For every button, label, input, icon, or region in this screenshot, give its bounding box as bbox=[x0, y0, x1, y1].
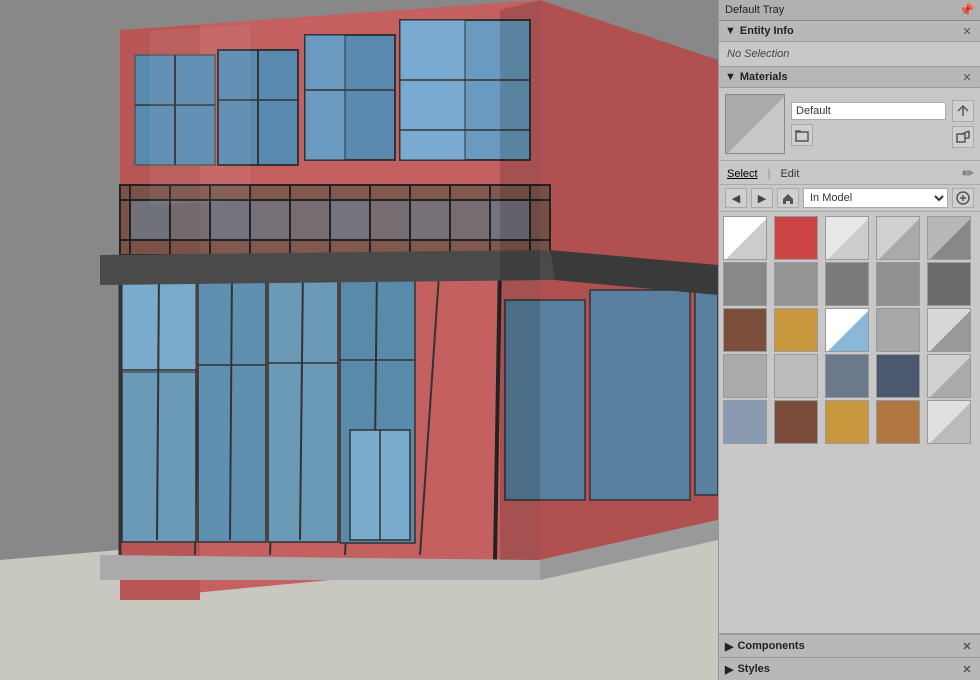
styles-close[interactable]: ✕ bbox=[960, 662, 974, 676]
material-folder-btn[interactable] bbox=[791, 124, 813, 146]
material-preview-area bbox=[719, 88, 980, 161]
swatch-21[interactable] bbox=[723, 400, 767, 444]
components-header[interactable]: ▶ Components ✕ bbox=[719, 635, 980, 657]
entity-info-close[interactable]: ✕ bbox=[960, 24, 974, 38]
materials-header[interactable]: ▼ Materials ✕ bbox=[719, 67, 980, 88]
swatch-9[interactable] bbox=[876, 262, 920, 306]
materials-title: Materials bbox=[740, 71, 788, 83]
swatch-20[interactable] bbox=[927, 354, 971, 398]
swatch-24[interactable] bbox=[876, 400, 920, 444]
swatch-18[interactable] bbox=[825, 354, 869, 398]
styles-title: Styles bbox=[737, 663, 769, 675]
styles-header-left: ▶ Styles bbox=[725, 663, 770, 676]
swatch-15[interactable] bbox=[927, 308, 971, 352]
tab-separator: | bbox=[768, 168, 771, 180]
styles-arrow: ▶ bbox=[725, 663, 733, 676]
swatch-17[interactable] bbox=[774, 354, 818, 398]
swatch-25[interactable] bbox=[927, 400, 971, 444]
materials-arrow: ▼ bbox=[725, 71, 736, 83]
entity-info-header-left: ▼ Entity Info bbox=[725, 25, 794, 37]
swatch-22[interactable] bbox=[774, 400, 818, 444]
swatch-2[interactable]: Brick, Common bbox=[774, 216, 818, 260]
swatch-23[interactable] bbox=[825, 400, 869, 444]
nav-back-btn[interactable]: ◀ bbox=[725, 188, 747, 208]
materials-tabs: Select | Edit ✏ bbox=[719, 161, 980, 185]
entity-info-arrow: ▼ bbox=[725, 25, 736, 37]
eyedropper-icon[interactable]: ✏ bbox=[962, 165, 974, 182]
swatch-13[interactable] bbox=[825, 308, 869, 352]
swatches-grid: Brick, Common bbox=[723, 216, 976, 444]
swatch-10[interactable] bbox=[927, 262, 971, 306]
swatch-6[interactable] bbox=[723, 262, 767, 306]
components-close[interactable]: ✕ bbox=[960, 639, 974, 653]
swatches-area[interactable]: Brick, Common bbox=[719, 212, 980, 633]
in-model-dropdown[interactable]: In Model Colors Brick and Cladding Carpe… bbox=[803, 188, 948, 208]
components-arrow: ▶ bbox=[725, 640, 733, 653]
swatch-14[interactable] bbox=[876, 308, 920, 352]
styles-section: ▶ Styles ✕ bbox=[719, 657, 980, 680]
swatch-8[interactable] bbox=[825, 262, 869, 306]
swatch-11[interactable] bbox=[723, 308, 767, 352]
tray-title: Default Tray bbox=[725, 4, 784, 16]
materials-close[interactable]: ✕ bbox=[960, 70, 974, 84]
tab-edit[interactable]: Edit bbox=[778, 166, 801, 182]
entity-info-title: Entity Info bbox=[740, 25, 794, 37]
swatch-16[interactable] bbox=[723, 354, 767, 398]
pin-icon[interactable]: 📌 bbox=[959, 3, 974, 17]
entity-info-status: No Selection bbox=[719, 42, 980, 66]
swatch-3[interactable] bbox=[825, 216, 869, 260]
styles-header[interactable]: ▶ Styles ✕ bbox=[719, 658, 980, 680]
swatch-1[interactable] bbox=[723, 216, 767, 260]
materials-panel: ▼ Materials ✕ bbox=[719, 67, 980, 634]
swatch-5[interactable] bbox=[927, 216, 971, 260]
material-sample-btn[interactable] bbox=[952, 126, 974, 148]
swatch-12[interactable] bbox=[774, 308, 818, 352]
components-title: Components bbox=[737, 640, 804, 652]
tray-header: Default Tray 📌 bbox=[719, 0, 980, 21]
components-section: ▶ Components ✕ bbox=[719, 634, 980, 657]
entity-info-panel: ▼ Entity Info ✕ No Selection bbox=[719, 21, 980, 67]
swatch-19[interactable] bbox=[876, 354, 920, 398]
nav-forward-btn[interactable]: ▶ bbox=[751, 188, 773, 208]
swatch-tooltip: Brick, Common bbox=[775, 216, 818, 217]
material-preview-box bbox=[725, 94, 785, 154]
right-panel: Default Tray 📌 ▼ Entity Info ✕ No Select… bbox=[718, 0, 980, 680]
3d-viewport[interactable] bbox=[0, 0, 718, 680]
materials-nav: ◀ ▶ In Model Colors Brick and Cladding C… bbox=[719, 185, 980, 212]
material-preview-triangle bbox=[726, 95, 785, 154]
nav-home-btn[interactable] bbox=[777, 188, 799, 208]
nav-create-btn[interactable] bbox=[952, 188, 974, 208]
tab-select[interactable]: Select bbox=[725, 166, 760, 182]
swatch-7[interactable] bbox=[774, 262, 818, 306]
material-name-input[interactable] bbox=[791, 102, 946, 120]
materials-header-left: ▼ Materials bbox=[725, 71, 788, 83]
components-header-left: ▶ Components bbox=[725, 640, 805, 653]
entity-info-header[interactable]: ▼ Entity Info ✕ bbox=[719, 21, 980, 42]
swatch-4[interactable] bbox=[876, 216, 920, 260]
material-load-btn[interactable] bbox=[952, 100, 974, 122]
